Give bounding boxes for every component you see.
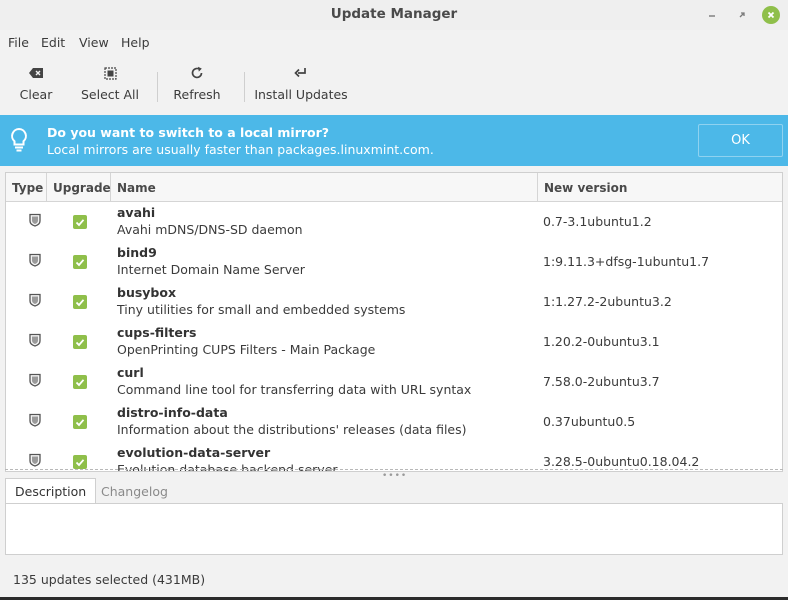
table-row[interactable]: bind9 Internet Domain Name Server 1:9.11.3… <box>6 242 782 282</box>
shield-icon <box>29 453 41 467</box>
shield-icon <box>29 253 41 267</box>
backspace-icon <box>29 68 43 78</box>
shield-icon <box>29 413 41 427</box>
shield-icon <box>29 333 41 347</box>
upgrade-checkbox[interactable] <box>73 335 87 349</box>
column-header-new-version[interactable]: New version <box>538 173 782 202</box>
package-version: 1:1.27.2-2ubuntu3.2 <box>543 294 672 309</box>
table-header: Type Upgrade Name New version <box>6 173 782 202</box>
table-row[interactable]: distro-info-data Information about the di… <box>6 402 782 442</box>
install-updates-label: Install Updates <box>254 87 348 102</box>
package-description: Avahi mDNS/DNS-SD daemon <box>117 222 303 237</box>
table-row[interactable]: cups-filters OpenPrinting CUPS Filters - … <box>6 322 782 362</box>
infobar-title: Do you want to switch to a local mirror? <box>47 125 330 140</box>
upgrade-checkbox[interactable] <box>73 255 87 269</box>
toolbar: Clear Select All Refresh Install Updates <box>0 56 788 114</box>
tab-description[interactable]: Description <box>5 478 97 504</box>
refresh-icon <box>191 66 203 79</box>
refresh-button[interactable]: Refresh <box>173 62 221 110</box>
package-name: avahi <box>117 205 156 220</box>
menu-help[interactable]: Help <box>121 35 150 50</box>
mirror-infobar: Do you want to switch to a local mirror?… <box>0 115 788 166</box>
checkmark-icon <box>75 298 85 306</box>
select-all-button[interactable]: Select All <box>80 62 140 110</box>
package-version: 1:9.11.3+dfsg-1ubuntu1.7 <box>543 254 710 269</box>
checkmark-icon <box>75 418 85 426</box>
shield-icon <box>29 373 41 387</box>
table-scroll-edge <box>5 469 783 470</box>
package-description: Evolution database backend server <box>117 462 338 472</box>
select-all-icon <box>103 66 117 80</box>
maximize-button[interactable] <box>733 6 751 24</box>
refresh-label: Refresh <box>173 87 221 102</box>
status-text: 135 updates selected (431MB) <box>13 572 206 587</box>
package-description: Command line tool for transferring data … <box>117 382 472 397</box>
minimize-button[interactable] <box>703 6 721 24</box>
table-row[interactable]: avahi Avahi mDNS/DNS-SD daemon 0.7-3.1ubun… <box>6 202 782 242</box>
close-icon <box>767 11 775 19</box>
upgrade-checkbox[interactable] <box>73 455 87 469</box>
detail-tabs: Description Changelog <box>5 478 783 504</box>
package-version: 7.58.0-2ubuntu3.7 <box>543 374 660 389</box>
table-row[interactable]: busybox Tiny utilities for small and embe… <box>6 282 782 322</box>
description-pane <box>5 503 783 555</box>
menu-file[interactable]: File <box>8 35 29 50</box>
table-row[interactable]: evolution-data-server Evolution database … <box>6 442 782 472</box>
menu-view[interactable]: View <box>79 35 109 50</box>
lightbulb-icon <box>11 127 27 152</box>
table-row[interactable]: curl Command line tool for transferring d… <box>6 362 782 402</box>
clear-button[interactable]: Clear <box>14 62 58 110</box>
shield-icon <box>29 293 41 307</box>
toolbar-separator <box>157 72 158 102</box>
package-name: evolution-data-server <box>117 445 271 460</box>
updates-table: Type Upgrade Name New version avahi Avahi… <box>5 172 783 472</box>
shield-icon <box>29 213 41 227</box>
package-version: 0.7-3.1ubuntu1.2 <box>543 214 652 229</box>
tab-changelog[interactable]: Changelog <box>92 478 177 504</box>
select-all-label: Select All <box>80 87 140 102</box>
infobar-subtitle: Local mirrors are usually faster than pa… <box>47 142 434 157</box>
upgrade-checkbox[interactable] <box>73 295 87 309</box>
toolbar-separator <box>244 72 245 102</box>
maximize-icon <box>739 12 745 18</box>
package-version: 3.28.5-0ubuntu0.18.04.2 <box>543 454 700 469</box>
upgrade-checkbox[interactable] <box>73 415 87 429</box>
column-header-upgrade[interactable]: Upgrade <box>47 173 111 202</box>
menu-bar: File Edit View Help <box>0 30 788 56</box>
package-name: cups-filters <box>117 325 197 340</box>
column-header-type[interactable]: Type <box>6 173 47 202</box>
minimize-icon <box>709 15 715 17</box>
package-description: Information about the distributions' rel… <box>117 422 467 437</box>
package-description: Tiny utilities for small and embedded sy… <box>117 302 406 317</box>
table-body: avahi Avahi mDNS/DNS-SD daemon 0.7-3.1ubun… <box>6 202 782 472</box>
package-version: 1.20.2-0ubuntu3.1 <box>543 334 660 349</box>
package-name: bind9 <box>117 245 157 260</box>
package-name: curl <box>117 365 144 380</box>
title-bar: Update Manager <box>0 0 788 30</box>
upgrade-checkbox[interactable] <box>73 215 87 229</box>
return-icon <box>294 68 306 78</box>
clear-label: Clear <box>19 87 53 102</box>
checkmark-icon <box>75 258 85 266</box>
package-name: distro-info-data <box>117 405 228 420</box>
window-title: Update Manager <box>330 6 458 22</box>
ok-button[interactable]: OK <box>698 124 783 157</box>
package-description: Internet Domain Name Server <box>117 262 305 277</box>
checkmark-icon <box>75 378 85 386</box>
checkmark-icon <box>75 218 85 226</box>
menu-edit[interactable]: Edit <box>41 35 65 50</box>
column-header-name[interactable]: Name <box>111 173 538 202</box>
package-name: busybox <box>117 285 177 300</box>
package-version: 0.37ubuntu0.5 <box>543 414 636 429</box>
install-updates-button[interactable]: Install Updates <box>254 62 348 110</box>
checkmark-icon <box>75 338 85 346</box>
checkmark-icon <box>75 458 85 466</box>
upgrade-checkbox[interactable] <box>73 375 87 389</box>
close-button[interactable] <box>762 6 780 24</box>
package-description: OpenPrinting CUPS Filters - Main Package <box>117 342 376 357</box>
